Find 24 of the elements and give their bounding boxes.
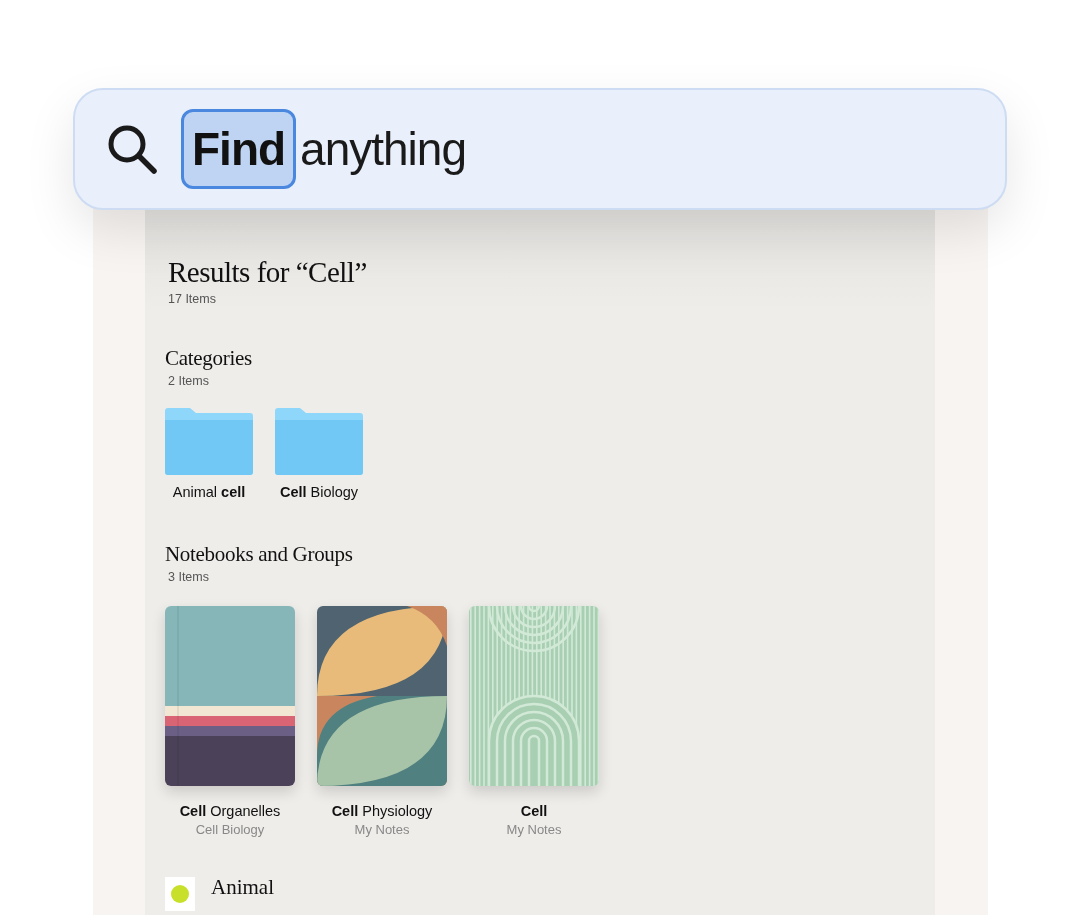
notebook-cover[interactable]: [165, 606, 295, 786]
folder-label[interactable]: Animal cell: [172, 484, 246, 500]
item-count: 2 Items: [168, 374, 210, 388]
item-count: 17 Items: [168, 292, 217, 306]
search-bar[interactable]: Find anything: [73, 88, 1007, 210]
folder-label[interactable]: Cell Biology: [279, 484, 359, 500]
page-thumbnail[interactable]: [165, 877, 195, 911]
notebook-group: Cell Biology: [195, 822, 265, 837]
notebook-cover[interactable]: [317, 606, 447, 786]
page-title[interactable]: Animal: [211, 875, 274, 900]
notebook-group: My Notes: [506, 822, 562, 837]
section-heading: Categories: [165, 346, 253, 371]
selected-query-text[interactable]: Find: [181, 109, 297, 189]
item-count: 3 Items: [168, 570, 210, 584]
folder-icon: [275, 408, 363, 475]
notebook-title[interactable]: Cell: [520, 803, 548, 819]
notebook-group: My Notes: [354, 822, 410, 837]
section-heading: Notebooks and Groups: [165, 542, 354, 567]
notebook-title[interactable]: Cell Organelles: [179, 803, 281, 819]
notebook-title[interactable]: Cell Physiology: [331, 803, 433, 819]
query-text: anything: [300, 122, 466, 176]
search-icon: [107, 124, 157, 174]
results-title: Results for “Cell”: [168, 256, 368, 289]
folder-icon: [165, 408, 253, 475]
